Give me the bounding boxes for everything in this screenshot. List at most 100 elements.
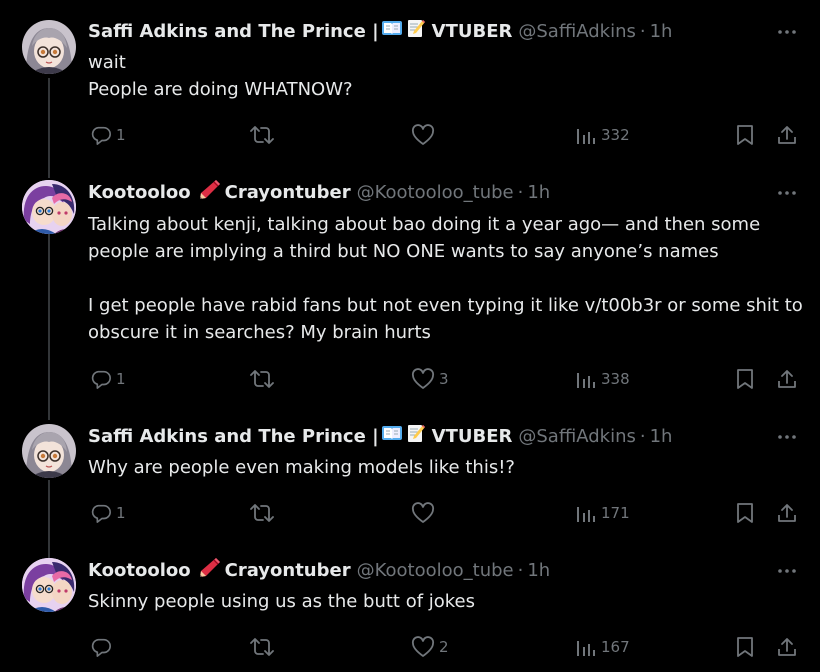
views-count: 171: [601, 504, 630, 522]
tweet-header: Kootooloo Crayontuber @Kootooloo_tube · …: [88, 558, 550, 584]
retweet-icon: [250, 368, 274, 390]
retweet-button[interactable]: [250, 121, 278, 149]
share-button[interactable]: [776, 633, 798, 661]
bookmark-icon: [735, 502, 755, 524]
bookmark-icon: [735, 368, 755, 390]
display-name-suffix: Crayontuber: [224, 182, 351, 203]
like-icon: [411, 124, 435, 146]
retweet-button[interactable]: [250, 499, 278, 527]
like-button[interactable]: 3: [411, 365, 449, 393]
reply-icon: [90, 502, 112, 524]
action-bar: 1 171: [0, 499, 820, 527]
action-bar: 1 332: [0, 121, 820, 149]
reply-icon: [90, 368, 112, 390]
tweet-header: Kootooloo Crayontuber @Kootooloo_tube · …: [88, 180, 550, 206]
tweet-text: Talking about kenji, talking about bao d…: [88, 214, 803, 343]
retweet-button[interactable]: [250, 633, 278, 661]
display-name-suffix: VTUBER: [431, 426, 513, 447]
reply-button[interactable]: 1: [90, 365, 126, 393]
reply-count: 1: [116, 370, 126, 388]
reply-icon: [90, 636, 112, 658]
user-handle[interactable]: @Kootooloo_tube: [357, 558, 514, 584]
like-button[interactable]: 2: [411, 633, 449, 661]
separator-dot: ·: [639, 426, 646, 447]
display-name[interactable]: Saffi Adkins and The Prince | VTUBER: [88, 423, 512, 451]
action-bar: 1 3 338: [0, 365, 820, 393]
views-button[interactable]: 167: [575, 633, 630, 661]
share-icon: [776, 502, 798, 524]
display-name-text: Saffi Adkins and The Prince |: [88, 21, 379, 42]
display-name[interactable]: Kootooloo Crayontuber: [88, 178, 351, 208]
share-icon: [776, 124, 798, 146]
user-handle[interactable]: @SaffiAdkins: [518, 424, 636, 450]
action-bar: 2 167: [0, 633, 820, 661]
like-count: 3: [439, 370, 449, 388]
like-icon: [411, 502, 435, 524]
bookmark-button[interactable]: [735, 633, 755, 661]
memo-emoji-icon: [406, 423, 426, 451]
display-name-text: Saffi Adkins and The Prince |: [88, 426, 379, 447]
views-button[interactable]: 171: [575, 499, 630, 527]
avatar[interactable]: [22, 180, 76, 234]
share-button[interactable]: [776, 499, 798, 527]
tweet-header: Saffi Adkins and The Prince | VTUBER @Sa…: [88, 424, 672, 450]
separator-dot: ·: [517, 182, 524, 203]
avatar[interactable]: [22, 424, 76, 478]
retweet-icon: [250, 502, 274, 524]
more-icon[interactable]: [776, 23, 798, 41]
memo-emoji-icon: [406, 18, 426, 46]
reply-button[interactable]: 1: [90, 121, 126, 149]
views-icon: [575, 368, 597, 390]
views-count: 167: [601, 638, 630, 656]
reply-button[interactable]: [90, 633, 116, 661]
user-handle[interactable]: @SaffiAdkins: [518, 19, 636, 45]
like-button[interactable]: [411, 121, 439, 149]
share-button[interactable]: [776, 121, 798, 149]
views-icon: [575, 502, 597, 524]
timestamp[interactable]: 1h: [650, 19, 673, 45]
separator-dot: ·: [639, 21, 646, 42]
user-handle[interactable]: @Kootooloo_tube: [357, 180, 514, 206]
display-name-text: Kootooloo: [88, 182, 191, 203]
display-name[interactable]: Saffi Adkins and The Prince | VTUBER: [88, 18, 512, 46]
bookmark-icon: [735, 124, 755, 146]
bookmark-button[interactable]: [735, 121, 755, 149]
tweet-header: Saffi Adkins and The Prince | VTUBER @Sa…: [88, 19, 672, 45]
tweet-text: Skinny people using us as the butt of jo…: [88, 591, 476, 612]
like-icon: [411, 636, 435, 658]
like-button[interactable]: [411, 499, 439, 527]
tweet[interactable]: Kootooloo Crayontuber @Kootooloo_tube · …: [0, 180, 820, 410]
open-book-emoji-icon: [381, 424, 403, 450]
tweet[interactable]: Kootooloo Crayontuber @Kootooloo_tube · …: [0, 558, 820, 672]
retweet-icon: [250, 636, 274, 658]
avatar[interactable]: [22, 558, 76, 612]
more-icon[interactable]: [776, 428, 798, 446]
views-count: 338: [601, 370, 630, 388]
more-icon[interactable]: [776, 562, 798, 580]
display-name[interactable]: Kootooloo Crayontuber: [88, 556, 351, 586]
avatar[interactable]: [22, 20, 76, 74]
tweet[interactable]: Saffi Adkins and The Prince | VTUBER @Sa…: [0, 424, 820, 544]
tweet-text: Why are people even making models like t…: [88, 457, 515, 478]
bookmark-button[interactable]: [735, 499, 755, 527]
like-icon: [411, 368, 435, 390]
timestamp[interactable]: 1h: [650, 424, 673, 450]
views-button[interactable]: 332: [575, 121, 630, 149]
like-count: 2: [439, 638, 449, 656]
bookmark-button[interactable]: [735, 365, 755, 393]
reply-icon: [90, 124, 112, 146]
timestamp[interactable]: 1h: [527, 558, 550, 584]
views-button[interactable]: 338: [575, 365, 630, 393]
share-icon: [776, 636, 798, 658]
more-icon[interactable]: [776, 184, 798, 202]
display-name-text: Kootooloo: [88, 560, 191, 581]
crayon-emoji-icon: [197, 556, 221, 586]
timestamp[interactable]: 1h: [527, 180, 550, 206]
display-name-suffix: Crayontuber: [224, 560, 351, 581]
reply-button[interactable]: 1: [90, 499, 126, 527]
retweet-button[interactable]: [250, 365, 278, 393]
tweet-text: wait People are doing WHATNOW?: [88, 52, 353, 100]
share-button[interactable]: [776, 365, 798, 393]
views-icon: [575, 636, 597, 658]
tweet[interactable]: Saffi Adkins and The Prince | VTUBER @Sa…: [0, 19, 820, 169]
